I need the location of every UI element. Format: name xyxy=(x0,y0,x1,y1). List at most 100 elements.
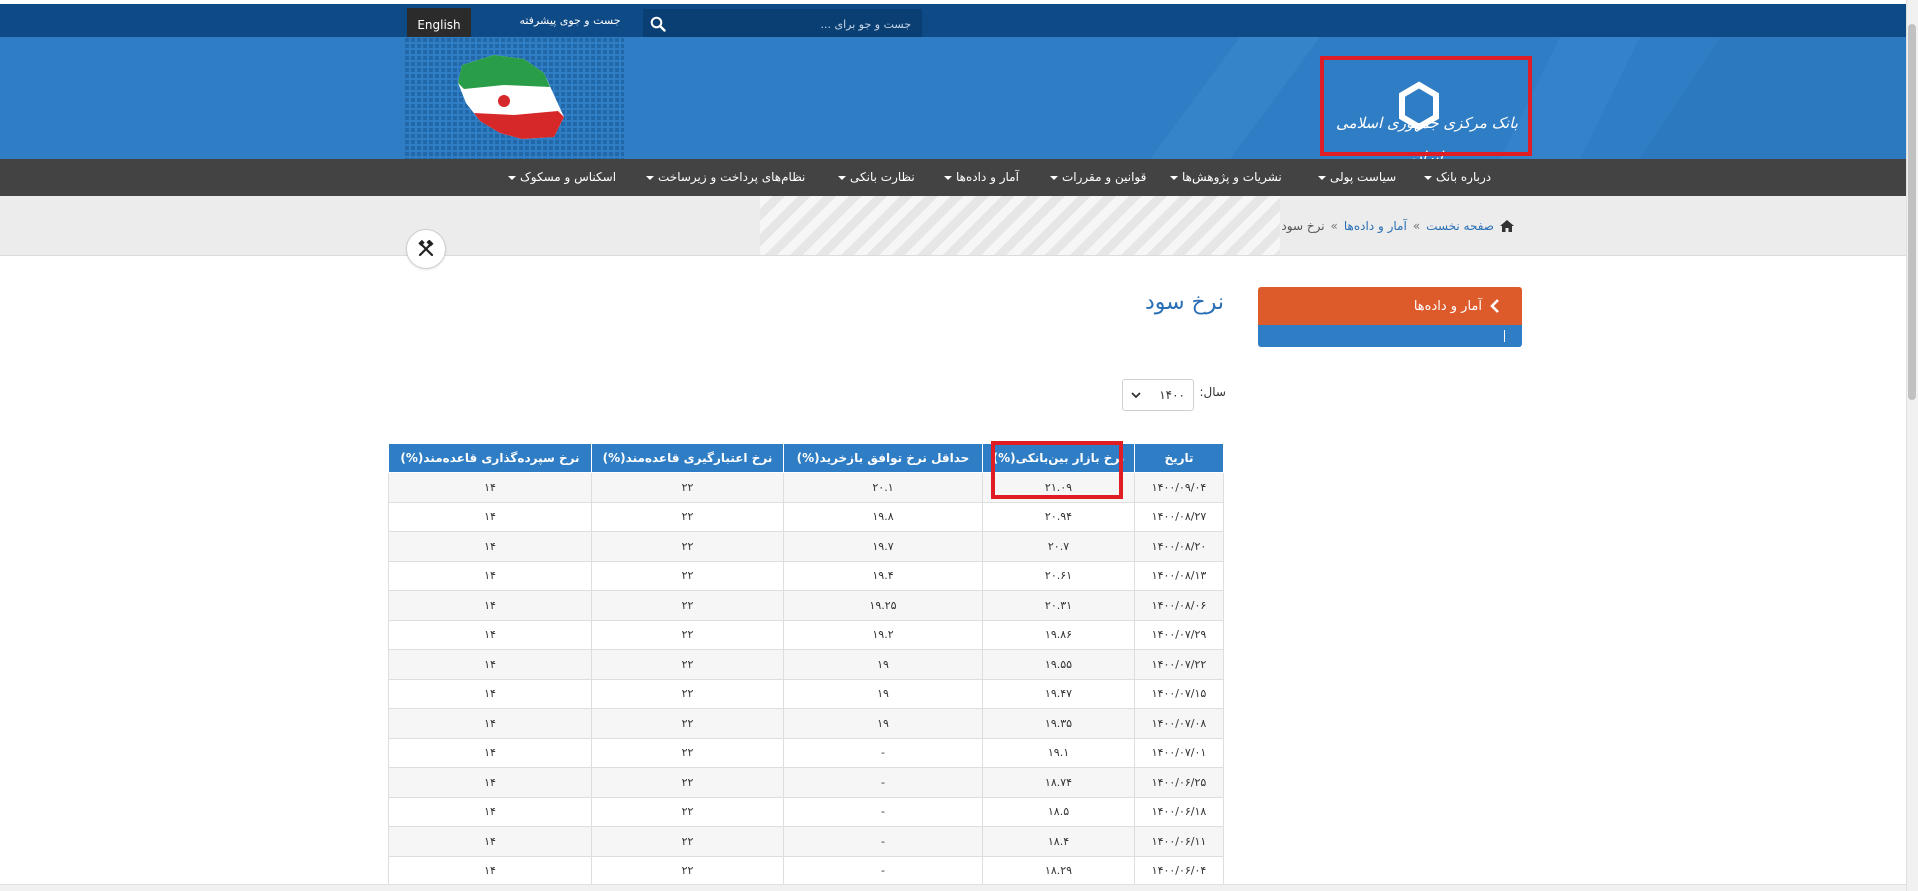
chevron-down-icon xyxy=(1050,175,1058,180)
interest-rates-table: تاریخ نرخ بازار بین‌بانکی(%) حداقل نرخ ت… xyxy=(388,443,1224,886)
column-header-repo-min-rate: حداقل نرخ توافق بازخرید(%) xyxy=(783,443,983,473)
search-button[interactable] xyxy=(643,9,673,39)
nav-item-label: نظارت بانکی xyxy=(850,170,915,184)
cell-interbank-rate: ۱۹.۳۵ xyxy=(982,708,1135,739)
cell-lending-facility-rate: ۲۲ xyxy=(591,796,784,827)
breadcrumb-current: نرخ سود xyxy=(1281,219,1325,233)
cell-repo-min-rate: - xyxy=(783,737,983,768)
chevron-down-icon xyxy=(1170,175,1178,180)
table-row: ۱۴۰۰/۰۶/۱۱ ۱۸.۴-۲۲ ۱۴ xyxy=(388,826,1224,857)
cell-interbank-rate: ۲۱.۰۹ xyxy=(982,472,1135,503)
nav-item-label: نشریات و پژوهش‌ها xyxy=(1182,170,1282,184)
sidebar-header-label: آمار و داده‌ها xyxy=(1413,298,1482,314)
sidebar-statistics-header[interactable]: آمار و داده‌ها xyxy=(1258,287,1522,325)
main-navigation: درباره بانک سیاست پولی نشریات و پژوهش‌ها… xyxy=(0,159,1906,196)
cell-interbank-rate: ۱۹.۵۵ xyxy=(982,649,1135,680)
cell-date: ۱۴۰۰/۰۷/۲۲ xyxy=(1134,649,1224,680)
search-box xyxy=(643,9,922,39)
cell-deposit-facility-rate: ۱۴ xyxy=(388,649,592,680)
nav-item-monetary-policy[interactable]: سیاست پولی xyxy=(1318,159,1396,196)
cell-repo-min-rate: ۱۹.۲۵ xyxy=(783,590,983,621)
nav-item-label: آمار و داده‌ها xyxy=(956,170,1019,184)
sidebar-submenu[interactable] xyxy=(1258,325,1522,347)
chevron-down-icon xyxy=(1424,175,1432,180)
header-banner: بانک مرکزی جمهوری اسلامی ایران xyxy=(0,37,1906,159)
horizontal-scrollbar[interactable] xyxy=(0,884,1906,891)
cell-interbank-rate: ۲۰.۳۱ xyxy=(982,590,1135,621)
cell-date: ۱۴۰۰/۰۶/۱۸ xyxy=(1134,796,1224,827)
table-row: ۱۴۰۰/۰۶/۲۵ ۱۸.۷۴-۲۲ ۱۴ xyxy=(388,767,1224,798)
chevron-down-icon xyxy=(646,175,654,180)
nav-item-banking-supervision[interactable]: نظارت بانکی xyxy=(838,159,915,196)
nav-item-about-bank[interactable]: درباره بانک xyxy=(1424,159,1491,196)
cell-deposit-facility-rate: ۱۴ xyxy=(388,531,592,562)
nav-item-label: سیاست پولی xyxy=(1330,170,1397,184)
tools-button[interactable] xyxy=(406,229,446,269)
cell-lending-facility-rate: ۲۲ xyxy=(591,678,784,709)
table-row: ۱۴۰۰/۰۷/۰۱ ۱۹.۱-۲۲ ۱۴ xyxy=(388,737,1224,768)
cell-lending-facility-rate: ۲۲ xyxy=(591,767,784,798)
cell-date: ۱۴۰۰/۰۶/۰۴ xyxy=(1134,855,1224,886)
column-header-lending-facility-rate: نرخ اعتبارگیری قاعده‌مند(%) xyxy=(591,443,784,473)
cell-lending-facility-rate: ۲۲ xyxy=(591,855,784,886)
cell-deposit-facility-rate: ۱۴ xyxy=(388,619,592,650)
breadcrumb: صفحه نخست » آمار و داده‌ها » نرخ سود xyxy=(1240,216,1514,236)
cell-date: ۱۴۰۰/۰۸/۱۳ xyxy=(1134,560,1224,591)
cell-deposit-facility-rate: ۱۴ xyxy=(388,737,592,768)
breadcrumb-statistics-link[interactable]: آمار و داده‌ها xyxy=(1344,219,1407,233)
chevron-down-icon xyxy=(508,175,516,180)
cell-lending-facility-rate: ۲۲ xyxy=(591,560,784,591)
nav-item-statistics[interactable]: آمار و داده‌ها xyxy=(944,159,1019,196)
cell-date: ۱۴۰۰/۰۷/۰۱ xyxy=(1134,737,1224,768)
cell-interbank-rate: ۱۹.۱ xyxy=(982,737,1135,768)
cell-repo-min-rate: ۱۹ xyxy=(783,678,983,709)
table-row: ۱۴۰۰/۰۷/۱۵ ۱۹.۴۷ ۱۹ ۲۲ ۱۴ xyxy=(388,678,1224,709)
cell-deposit-facility-rate: ۱۴ xyxy=(388,501,592,532)
chevron-down-icon xyxy=(944,175,952,180)
scrollbar-thumb[interactable] xyxy=(1908,24,1916,400)
nav-item-payment-systems[interactable]: نظام‌های پرداخت و زیرساخت xyxy=(646,159,805,196)
tools-icon xyxy=(418,240,434,257)
breadcrumb-band: صفحه نخست » آمار و داده‌ها » نرخ سود xyxy=(0,196,1906,256)
cell-interbank-rate: ۱۹.۴۷ xyxy=(982,678,1135,709)
cell-date: ۱۴۰۰/۰۸/۲۷ xyxy=(1134,501,1224,532)
cell-lending-facility-rate: ۲۲ xyxy=(591,649,784,680)
column-header-interbank-rate: نرخ بازار بین‌بانکی(%) xyxy=(982,443,1135,473)
search-input[interactable] xyxy=(675,12,917,36)
cell-lending-facility-rate: ۲۲ xyxy=(591,531,784,562)
cell-repo-min-rate: ۱۹.۴ xyxy=(783,560,983,591)
cell-deposit-facility-rate: ۱۴ xyxy=(388,855,592,886)
table-row: ۱۴۰۰/۰۸/۰۶ ۲۰.۳۱ ۱۹.۲۵ ۲۲ ۱۴ xyxy=(388,590,1224,621)
table-row: ۱۴۰۰/۰۷/۰۸ ۱۹.۳۵ ۱۹ ۲۲ ۱۴ xyxy=(388,708,1224,739)
search-icon xyxy=(650,16,666,32)
decorative-stripes xyxy=(760,196,1280,255)
advanced-search-link[interactable]: جست و جوی پیشرفته xyxy=(500,10,640,34)
cell-interbank-rate: ۲۰.۶۱ xyxy=(982,560,1135,591)
cell-repo-min-rate: - xyxy=(783,796,983,827)
column-header-date: تاریخ xyxy=(1134,443,1224,473)
cell-deposit-facility-rate: ۱۴ xyxy=(388,826,592,857)
nav-item-laws-regulations[interactable]: قوانین و مقررات xyxy=(1050,159,1146,196)
page: English جست و جوی پیشرفته جست و جو برای … xyxy=(0,0,1918,891)
home-icon[interactable] xyxy=(1500,220,1514,232)
cell-date: ۱۴۰۰/۰۸/۲۰ xyxy=(1134,531,1224,562)
cell-interbank-rate: ۱۸.۷۴ xyxy=(982,767,1135,798)
iran-map-flag-image xyxy=(404,37,624,159)
breadcrumb-home-link[interactable]: صفحه نخست xyxy=(1426,219,1494,233)
table-row: ۱۴۰۰/۰۶/۰۴ ۱۸.۲۹-۲۲ ۱۴ xyxy=(388,855,1224,886)
table-row: ۱۴۰۰/۰۹/۰۴ ۲۱.۰۹ ۲۰.۱ ۲۲ ۱۴ xyxy=(388,472,1224,503)
cell-repo-min-rate: - xyxy=(783,767,983,798)
top-bar: English جست و جوی پیشرفته xyxy=(0,0,1906,41)
nav-item-label: قوانین و مقررات xyxy=(1062,170,1147,184)
nav-item-publications[interactable]: نشریات و پژوهش‌ها xyxy=(1170,159,1282,196)
cell-date: ۱۴۰۰/۰۷/۱۵ xyxy=(1134,678,1224,709)
nav-item-label: درباره بانک xyxy=(1436,170,1492,184)
cell-deposit-facility-rate: ۱۴ xyxy=(388,708,592,739)
cell-lending-facility-rate: ۲۲ xyxy=(591,826,784,857)
cell-lending-facility-rate: ۲۲ xyxy=(591,590,784,621)
cell-deposit-facility-rate: ۱۴ xyxy=(388,796,592,827)
year-select[interactable]: ۱۴۰۰ xyxy=(1122,379,1194,411)
cell-repo-min-rate: - xyxy=(783,826,983,857)
cell-lending-facility-rate: ۲۲ xyxy=(591,708,784,739)
nav-item-banknotes-coins[interactable]: اسکناس و مسکوک xyxy=(508,159,616,196)
